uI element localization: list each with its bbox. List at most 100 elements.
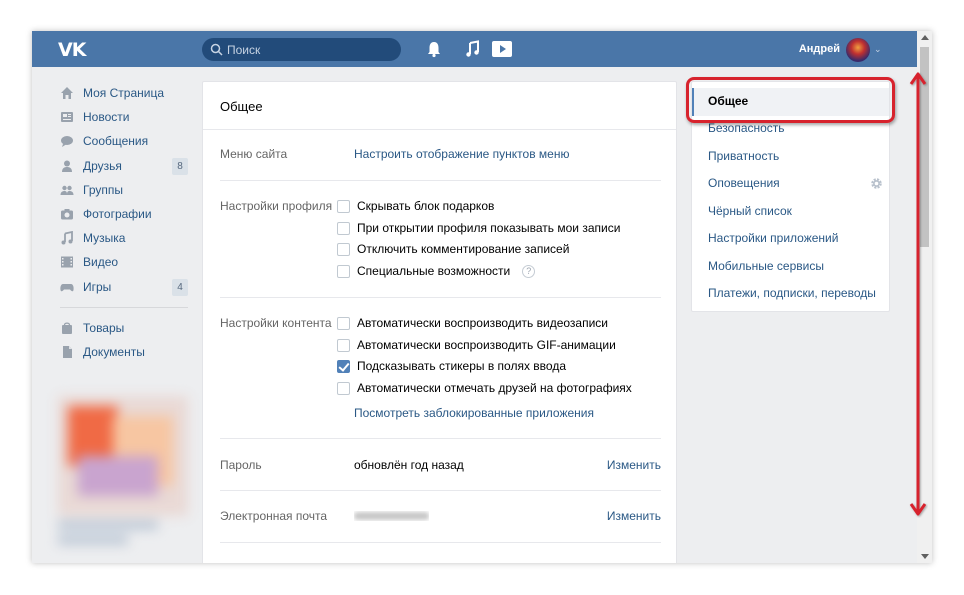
music-icon[interactable] bbox=[464, 40, 482, 58]
news-icon bbox=[61, 112, 73, 123]
sidebar-item-label: Фотографии bbox=[83, 207, 152, 222]
tag-friends-checkbox[interactable]: Автоматически отмечать друзей на фотогра… bbox=[337, 381, 632, 395]
checkbox-label: Скрывать блок подарков bbox=[357, 199, 495, 213]
play-icon[interactable] bbox=[492, 40, 512, 58]
password-status: обновлён год назад bbox=[354, 458, 464, 472]
checkbox-box bbox=[337, 264, 350, 278]
sidebar-item-video[interactable]: Видео bbox=[54, 250, 194, 274]
menu-item-privacy[interactable]: Приватность bbox=[692, 143, 889, 171]
search-icon bbox=[210, 43, 223, 56]
search-placeholder: Поиск bbox=[227, 43, 261, 57]
video-icon bbox=[61, 256, 73, 268]
sidebar-item-groups[interactable]: Группы bbox=[54, 178, 194, 202]
checkbox-label: При открытии профиля показывать мои запи… bbox=[357, 221, 621, 235]
gear-icon[interactable] bbox=[870, 177, 883, 190]
sidebar-item-news[interactable]: Новости bbox=[54, 105, 194, 129]
messages-icon bbox=[61, 136, 73, 148]
sidebar-divider bbox=[60, 306, 188, 308]
configure-menu-link[interactable]: Настроить отображение пунктов меню bbox=[354, 147, 569, 161]
checkbox-box bbox=[337, 316, 350, 330]
checkbox-box bbox=[337, 199, 350, 213]
sidebar-item-label: Документы bbox=[83, 344, 145, 359]
scroll-arrow-annotation bbox=[909, 72, 927, 516]
menu-item-blacklist[interactable]: Чёрный список bbox=[692, 198, 889, 226]
email-value-blurred bbox=[354, 512, 429, 520]
sidebar-item-music[interactable]: Музыка bbox=[54, 226, 194, 250]
divider bbox=[220, 490, 661, 491]
sidebar-item-goods[interactable]: Товары bbox=[54, 316, 194, 340]
divider bbox=[220, 297, 661, 298]
change-email-link[interactable]: Изменить bbox=[607, 509, 661, 523]
password-label: Пароль bbox=[220, 458, 262, 472]
search-input[interactable]: Поиск bbox=[202, 38, 401, 61]
checkbox-box bbox=[337, 221, 350, 235]
content-settings-label: Настройки контента bbox=[220, 316, 332, 330]
checkbox-label: Подсказывать стикеры в полях ввода bbox=[357, 359, 566, 373]
menu-item-mobile-services[interactable]: Мобильные сервисы bbox=[692, 253, 889, 281]
divider bbox=[220, 180, 661, 181]
highlight-frame bbox=[686, 77, 895, 123]
suggest-stickers-checkbox[interactable]: Подсказывать стикеры в полях ввода bbox=[337, 359, 566, 373]
avatar[interactable] bbox=[846, 38, 870, 62]
document-icon bbox=[63, 345, 72, 358]
sidebar-item-messages[interactable]: Сообщения bbox=[54, 129, 194, 153]
profile-settings-label: Настройки профиля bbox=[220, 199, 333, 213]
home-icon bbox=[61, 87, 73, 100]
sidebar-item-label: Друзья bbox=[83, 158, 122, 173]
sidebar-item-games[interactable]: Игры 4 bbox=[54, 275, 194, 299]
page-title: Общее bbox=[203, 82, 676, 130]
disable-comments-checkbox[interactable]: Отключить комментирование записей bbox=[337, 242, 569, 256]
sidebar-item-label: Сообщения bbox=[83, 134, 149, 149]
games-count-badge: 4 bbox=[172, 278, 188, 296]
scroll-up-arrow[interactable] bbox=[921, 35, 929, 40]
vk-logo[interactable]: VK bbox=[58, 39, 86, 61]
divider bbox=[220, 542, 661, 543]
menu-item-notifications[interactable]: Оповещения bbox=[692, 170, 889, 198]
top-header: VK Поиск Андрей ⌄ bbox=[32, 31, 932, 67]
groups-icon bbox=[60, 185, 74, 195]
site-menu-label: Меню сайта bbox=[220, 147, 288, 161]
bag-icon bbox=[62, 322, 72, 334]
chevron-down-icon[interactable]: ⌄ bbox=[874, 44, 882, 55]
checkbox-box bbox=[337, 381, 350, 395]
checkbox-label: Автоматически воспроизводить видеозаписи bbox=[357, 316, 608, 330]
menu-item-app-settings[interactable]: Настройки приложений bbox=[692, 225, 889, 253]
email-label: Электронная почта bbox=[220, 509, 328, 523]
sidebar-item-label: Игры bbox=[83, 279, 112, 294]
autoplay-video-checkbox[interactable]: Автоматически воспроизводить видеозаписи bbox=[337, 316, 608, 330]
checkbox-box-checked bbox=[337, 359, 350, 373]
accessibility-checkbox[interactable]: Специальные возможности ? bbox=[337, 264, 536, 278]
sidebar-item-label: Новости bbox=[83, 110, 130, 125]
change-password-link[interactable]: Изменить bbox=[607, 458, 661, 472]
checkbox-label: Отключить комментирование записей bbox=[357, 242, 570, 256]
sidebar-item-label: Видео bbox=[83, 255, 119, 270]
checkbox-label: Специальные возможности bbox=[357, 264, 511, 278]
scroll-down-arrow[interactable] bbox=[921, 554, 929, 559]
blocked-apps-link[interactable]: Посмотреть заблокированные приложения bbox=[354, 406, 594, 420]
sidebar-item-label: Товары bbox=[83, 320, 125, 335]
checkbox-label: Автоматически воспроизводить GIF-анимаци… bbox=[357, 338, 616, 352]
checkbox-label: Автоматически отмечать друзей на фотогра… bbox=[357, 381, 632, 395]
games-icon bbox=[60, 283, 74, 291]
show-my-posts-checkbox[interactable]: При открытии профиля показывать мои запи… bbox=[337, 221, 620, 235]
user-name[interactable]: Андрей bbox=[799, 43, 840, 55]
bell-icon[interactable] bbox=[425, 40, 443, 58]
friends-count-badge: 8 bbox=[172, 157, 188, 175]
sidebar-item-documents[interactable]: Документы bbox=[54, 340, 194, 364]
sidebar-item-photos[interactable]: Фотографии bbox=[54, 202, 194, 226]
hide-gifts-checkbox[interactable]: Скрывать блок подарков bbox=[337, 199, 494, 213]
checkbox-box bbox=[337, 338, 350, 352]
sidebar-item-label: Музыка bbox=[83, 231, 126, 246]
sidebar-item-label: Группы bbox=[83, 182, 123, 197]
help-icon[interactable]: ? bbox=[522, 264, 536, 278]
friends-icon bbox=[62, 160, 72, 172]
divider bbox=[220, 438, 661, 439]
sidebar-item-label: Моя Страница bbox=[83, 86, 165, 101]
sidebar-ad-image bbox=[58, 396, 188, 544]
menu-item-payments[interactable]: Платежи, подписки, переводы bbox=[692, 280, 889, 308]
autoplay-gif-checkbox[interactable]: Автоматически воспроизводить GIF-анимаци… bbox=[337, 338, 616, 352]
sidebar-item-my-page[interactable]: Моя Страница bbox=[54, 81, 194, 105]
sidebar-item-friends[interactable]: Друзья 8 bbox=[54, 154, 194, 178]
camera-icon bbox=[61, 209, 73, 220]
settings-panel: Общее Меню сайта Настроить отображение п… bbox=[202, 81, 677, 563]
